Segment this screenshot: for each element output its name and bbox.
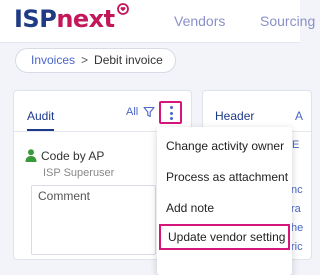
more-options-button[interactable] xyxy=(159,101,182,124)
breadcrumb-current: Debit invoice xyxy=(94,53,163,67)
tab-audit[interactable]: Audit xyxy=(27,109,55,131)
breadcrumb-separator: > xyxy=(81,53,89,67)
user-icon xyxy=(25,149,37,162)
logo-accent: next xyxy=(56,5,115,33)
header-field-fragment: nc xyxy=(291,184,303,196)
menu-item-change-activity-owner[interactable]: Change activity owner xyxy=(157,133,292,159)
logo-main: ISP xyxy=(14,5,57,33)
tab-next[interactable]: A xyxy=(295,109,303,123)
header-field-fragment: ric xyxy=(291,241,303,253)
nav-sourcing[interactable]: Sourcing xyxy=(260,13,315,29)
menu-item-add-note[interactable]: Add note xyxy=(157,195,292,221)
audit-entry-user: ISP Superuser xyxy=(43,167,115,179)
header-field-fragment: ra xyxy=(291,203,301,215)
app-logo[interactable]: ISPnext xyxy=(14,5,115,33)
header-field-fragment: he xyxy=(291,222,304,234)
audit-entry-title: Code by AP xyxy=(41,149,105,163)
breadcrumb-invoices-link[interactable]: Invoices xyxy=(31,53,75,67)
filter-icon[interactable] xyxy=(143,106,155,118)
menu-item-process-as-attachment[interactable]: Process as attachment xyxy=(157,164,292,190)
comment-input[interactable]: Comment xyxy=(31,185,156,255)
breadcrumb: Invoices > Debit invoice xyxy=(15,48,176,73)
menu-item-update-vendor-setting[interactable]: Update vendor setting xyxy=(159,224,290,250)
comment-placeholder: Comment xyxy=(38,189,91,203)
nav-vendors[interactable]: Vendors xyxy=(174,13,225,29)
filter-all-label[interactable]: All xyxy=(126,106,138,118)
kebab-dot xyxy=(169,111,173,115)
logo-heart-icon xyxy=(117,3,129,15)
header-field-fragment: E xyxy=(292,139,300,151)
kebab-dot xyxy=(169,117,173,120)
top-bar: ISPnext Vendors Sourcing xyxy=(0,0,315,43)
kebab-dot xyxy=(169,106,173,109)
